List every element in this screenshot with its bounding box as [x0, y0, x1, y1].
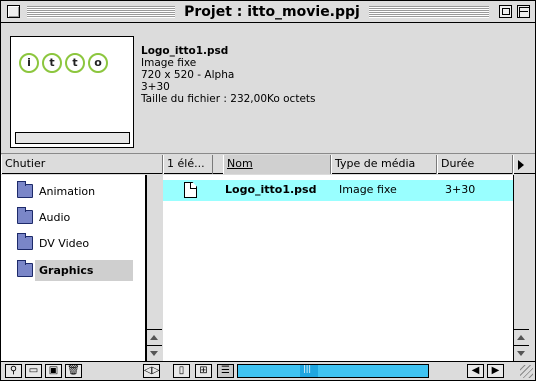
header-bin[interactable]: Chutier [1, 155, 163, 174]
header-media-type[interactable]: Type de média [331, 155, 437, 174]
right-arrow-icon [518, 160, 524, 170]
thumbnail-view-icon[interactable]: ⊞ [195, 364, 212, 378]
item-name: Logo_itto1.psd [225, 183, 317, 196]
folder-icon [17, 233, 33, 250]
preview-type: Image fixe [141, 57, 197, 69]
new-bin-icon[interactable]: ▭ [25, 364, 42, 378]
bin-graphics[interactable]: Graphics [17, 260, 133, 281]
bin-label: Graphics [39, 264, 94, 277]
logo-letter: o [88, 53, 108, 73]
bottom-toolbar: ⚲ ▭ ▣ 🗑 ◁▷ ▯ ⊞ ☰ ◀ ▶ [1, 361, 535, 380]
document-icon [184, 182, 197, 198]
folder-icon [17, 260, 33, 277]
expand-icon[interactable]: ◁▷ [143, 364, 160, 378]
title-stripes-left [27, 6, 175, 18]
preview-file-size: Taille du fichier : 232,00Ko octets [141, 93, 316, 105]
bins-scrollbar[interactable] [146, 175, 162, 361]
preview-file-name: Logo_itto1.psd [141, 45, 229, 57]
itto-logo: i t t o [19, 53, 108, 75]
header-name[interactable]: Nom [223, 155, 331, 174]
header-count[interactable]: 1 élé... [163, 155, 213, 174]
items-list: Logo_itto1.psd Image fixe 3+30 [163, 175, 513, 361]
close-box[interactable] [7, 5, 20, 18]
find-icon[interactable]: ⚲ [5, 364, 22, 378]
zoom-box[interactable] [499, 5, 512, 18]
header-duration[interactable]: Durée [437, 155, 513, 174]
bins-list: Animation Audio DV Video Graphics [1, 175, 146, 361]
project-window: Projet : itto_movie.ppj i t t o Logo_itt… [0, 0, 536, 381]
bin-label: DV Video [39, 237, 90, 250]
folder-icon [17, 207, 33, 224]
title-bar[interactable]: Projet : itto_movie.ppj [1, 1, 535, 23]
preview-pane: i t t o Logo_itto1.psd Image fixe 720 x … [1, 24, 535, 154]
bin-dv-video[interactable]: DV Video [17, 233, 133, 254]
preview-duration: 3+30 [141, 81, 170, 93]
icon-view-icon[interactable]: ▯ [173, 364, 190, 378]
new-item-icon[interactable]: ▣ [45, 364, 62, 378]
horizontal-scrollbar[interactable] [237, 364, 429, 378]
bin-animation[interactable]: Animation [17, 181, 133, 202]
column-headers: Chutier 1 élé... Nom Type de média Durée [1, 155, 535, 174]
bin-audio[interactable]: Audio [17, 207, 133, 228]
list-view-icon[interactable]: ☰ [217, 364, 234, 378]
logo-letter: t [42, 53, 62, 73]
preview-scrub-bar[interactable] [15, 132, 130, 144]
bin-label: Audio [39, 211, 71, 224]
scroll-down-button[interactable] [514, 345, 529, 361]
item-media-type: Image fixe [339, 183, 397, 196]
logo-letter: i [19, 53, 39, 73]
scroll-up-button[interactable] [147, 329, 162, 345]
header-more-columns[interactable] [513, 155, 535, 174]
collapse-box[interactable] [517, 5, 530, 18]
bin-label: Animation [39, 185, 96, 198]
logo-letter: t [65, 53, 85, 73]
scroll-down-button[interactable] [147, 345, 162, 361]
preview-dimensions: 720 x 520 - Alpha [141, 69, 235, 81]
items-scrollbar[interactable] [513, 175, 529, 361]
folder-icon [17, 181, 33, 198]
scroll-right-button[interactable]: ▶ [487, 364, 504, 378]
scroll-up-button[interactable] [514, 329, 529, 345]
preview-info: Logo_itto1.psd Image fixe 720 x 520 - Al… [141, 45, 316, 105]
scroll-left-button[interactable]: ◀ [467, 364, 484, 378]
preview-thumbnail[interactable]: i t t o [10, 36, 134, 148]
item-duration: 3+30 [445, 183, 476, 196]
scroll-thumb[interactable] [300, 364, 318, 377]
resize-grip-icon[interactable] [520, 365, 533, 378]
trash-icon[interactable]: 🗑 [65, 364, 82, 378]
title-stripes-right [369, 6, 489, 18]
table-row[interactable]: Logo_itto1.psd Image fixe 3+30 [163, 180, 513, 201]
window-title: Projet : itto_movie.ppj [179, 2, 365, 22]
